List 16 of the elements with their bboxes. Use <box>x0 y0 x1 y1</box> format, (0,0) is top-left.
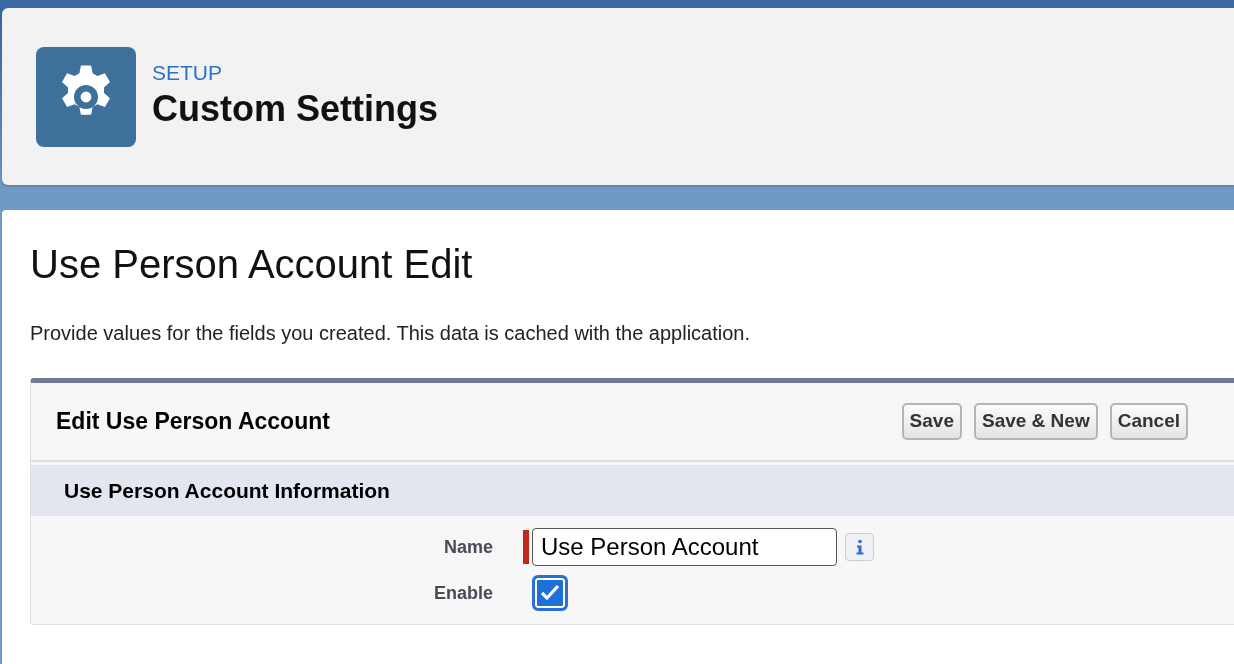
action-button[interactable]: Save <box>901 403 962 440</box>
action-button[interactable]: Cancel <box>1109 403 1188 440</box>
action-button[interactable]: Save & New <box>973 403 1098 440</box>
setup-gear-icon <box>36 46 136 147</box>
field-label: Enable <box>432 581 494 605</box>
page-description: Provide values for the fields you created. This data is cached with the application. <box>30 321 752 346</box>
breadcrumb-label: SETUP <box>152 62 223 84</box>
enable-checkbox[interactable] <box>532 575 568 612</box>
page-header-title: Custom Settings <box>152 87 438 131</box>
edit-block-title: Edit Use Person Account <box>56 407 330 437</box>
checkmark-icon <box>540 584 560 603</box>
page-title: Use Person Account Edit <box>30 241 474 288</box>
field-label: Name <box>442 535 494 559</box>
section-header: Use Person Account Information <box>31 464 1234 517</box>
name-input-field[interactable]: Use Person Account <box>532 528 837 567</box>
info-icon[interactable] <box>845 533 874 562</box>
